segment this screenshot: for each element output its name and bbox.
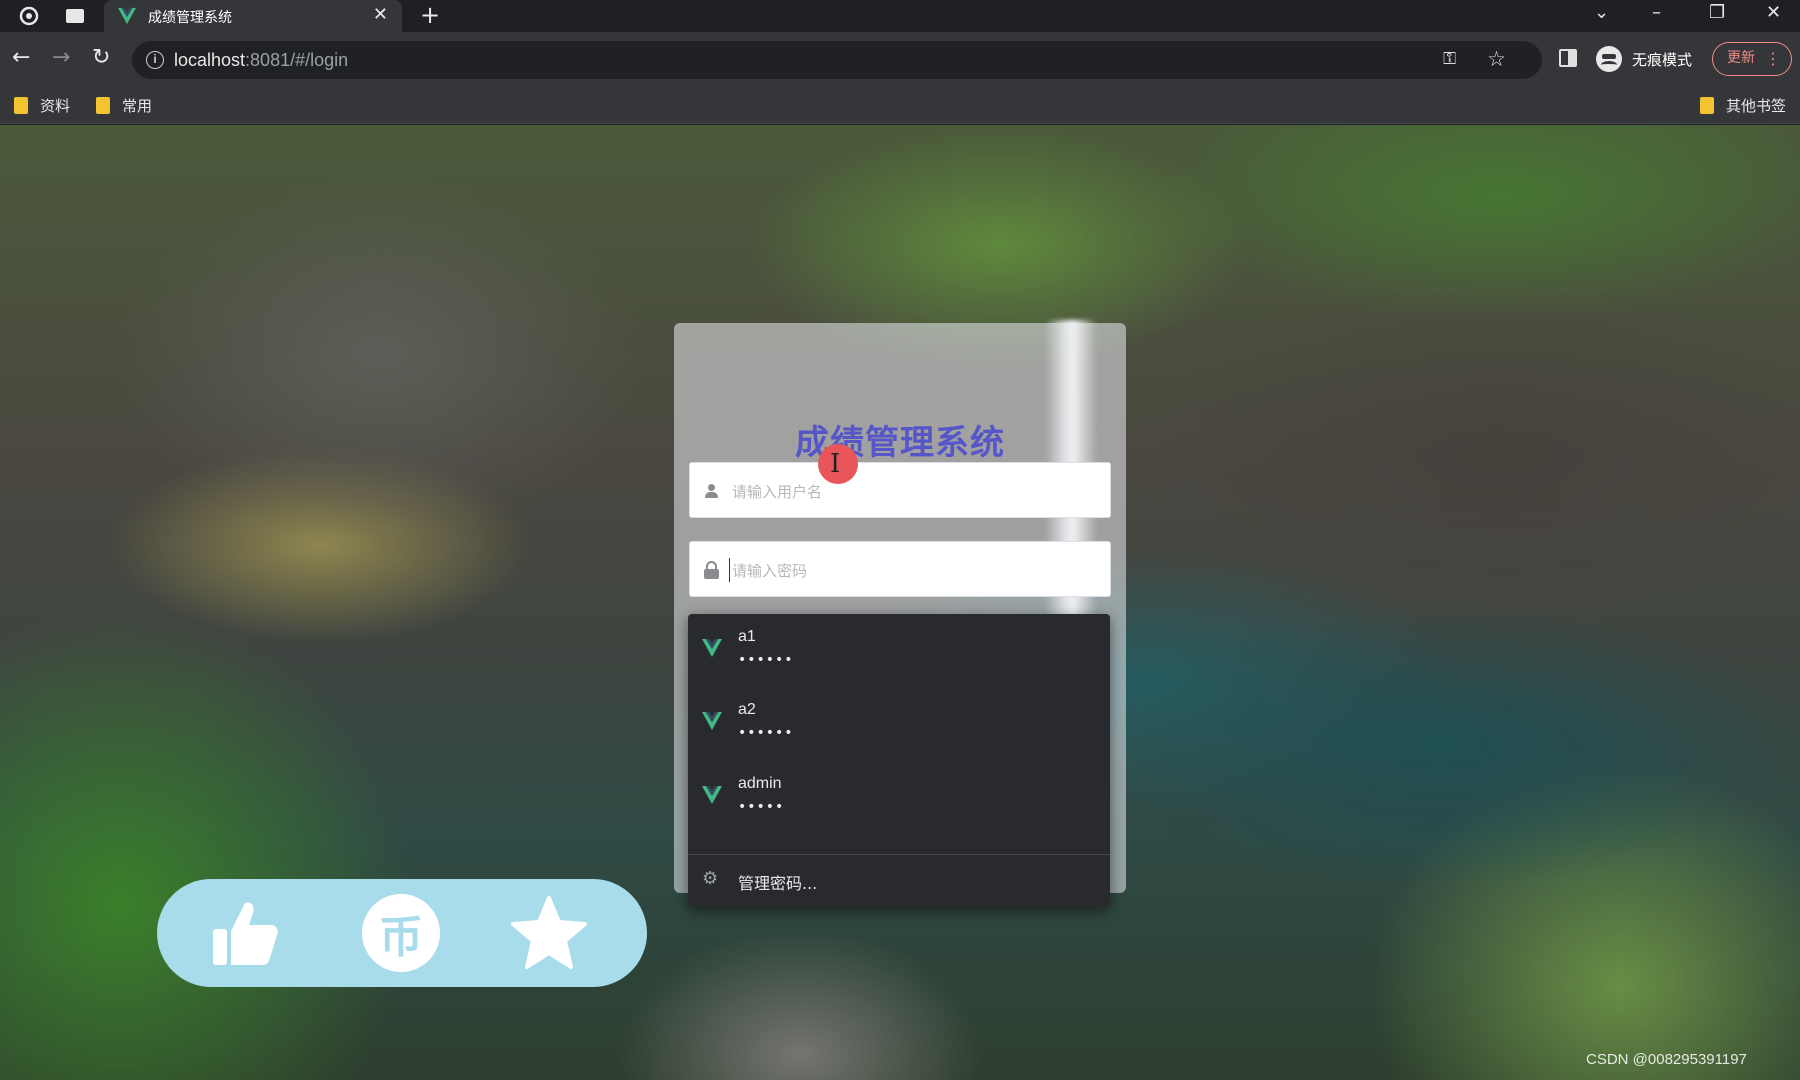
password-autofill-dropdown: a1 •••••• a2 •••••• admin ••••• ⚙ 管理密码..…: [688, 614, 1110, 907]
more-menu-icon: ⋮: [1765, 49, 1781, 68]
vue-logo-icon: [702, 639, 722, 657]
like-coin-favorite-bar: 币: [157, 879, 647, 987]
favorite-button[interactable]: [509, 893, 589, 973]
bookmark-label: 常用: [122, 97, 153, 115]
bookmarks-bar: 资料 常用 其他书签: [0, 88, 1800, 124]
tab-search-icon[interactable]: [64, 5, 86, 27]
side-panel-icon[interactable]: [1559, 49, 1577, 67]
minimize-icon[interactable]: –: [1652, 2, 1661, 23]
manage-passwords-item[interactable]: ⚙ 管理密码...: [688, 855, 1110, 907]
text-cursor-icon: I: [830, 449, 841, 479]
like-button[interactable]: [205, 893, 285, 973]
vue-logo-icon: [118, 7, 136, 25]
autofill-item[interactable]: a2 ••••••: [688, 689, 1110, 759]
username-input[interactable]: [730, 480, 1090, 504]
reload-icon[interactable]: ↻: [92, 47, 110, 69]
autofill-item[interactable]: admin •••••: [688, 763, 1110, 833]
lock-icon: [702, 560, 722, 580]
coin-glyph: 币: [379, 912, 423, 963]
folder-icon: [1700, 97, 1714, 114]
username-field[interactable]: [689, 462, 1111, 518]
user-icon: [702, 481, 722, 501]
vue-logo-icon: [702, 712, 722, 730]
tab-title: 成绩管理系统: [148, 9, 232, 25]
gear-icon: ⚙: [702, 868, 719, 889]
restore-icon[interactable]: ❐: [1709, 2, 1725, 23]
password-key-icon[interactable]: ⚿: [1443, 49, 1456, 69]
page-background: 成绩管理系统 a1 ••: [0, 125, 1800, 1080]
vue-logo-icon: [702, 786, 722, 804]
url-path: :8081/#/login: [245, 50, 349, 70]
thumbs-up-icon: [213, 902, 278, 965]
incognito-icon[interactable]: [1596, 46, 1622, 72]
folder-icon: [14, 97, 28, 114]
autofill-password-mask: ••••••: [738, 725, 794, 741]
update-label: 更新: [1727, 50, 1755, 66]
forward-arrow-icon[interactable]: →: [52, 47, 70, 69]
close-window-icon[interactable]: ✕: [1766, 2, 1781, 23]
url-host: localhost: [174, 50, 246, 70]
tab-close-icon[interactable]: ✕: [373, 4, 388, 25]
autofill-password-mask: •••••: [738, 799, 785, 815]
incognito-label[interactable]: 无痕模式: [1632, 49, 1692, 70]
bookmark-folder-ziliao[interactable]: 资料: [14, 95, 70, 116]
autofill-username: a1: [738, 628, 756, 645]
new-tab-button[interactable]: +: [420, 1, 440, 29]
autofill-item[interactable]: a1 ••••••: [688, 616, 1110, 686]
bookmark-folder-changyong[interactable]: 常用: [96, 95, 152, 116]
browser-tab-bar: 成绩管理系统 ✕ + ⌄ – ❐ ✕: [0, 0, 1800, 32]
bookmark-label: 其他书签: [1726, 97, 1787, 115]
manage-passwords-label: 管理密码...: [738, 874, 818, 893]
folder-icon: [96, 97, 110, 114]
bookmark-label: 资料: [40, 97, 71, 115]
autofill-username: a2: [738, 701, 756, 718]
browser-menu-icon[interactable]: [18, 5, 40, 27]
site-info-icon[interactable]: i: [146, 51, 164, 69]
tab-active[interactable]: 成绩管理系统 ✕: [104, 0, 402, 32]
password-field[interactable]: [689, 541, 1111, 597]
bookmark-star-icon[interactable]: ☆: [1487, 47, 1506, 71]
watermark: CSDN @008295391197: [1586, 1051, 1747, 1068]
autofill-username: admin: [738, 775, 782, 792]
autofill-password-mask: ••••••: [738, 652, 794, 668]
browser-toolbar: ← → ↻ i localhost:8081/#/login ⚿ ☆ 无痕模式 …: [0, 32, 1800, 88]
back-arrow-icon[interactable]: ←: [12, 47, 30, 69]
star-icon: [511, 896, 587, 969]
update-button[interactable]: 更新 ⋮: [1712, 42, 1792, 76]
tab-list-chevron-icon[interactable]: ⌄: [1594, 2, 1609, 23]
password-input[interactable]: [730, 559, 1090, 583]
url-text[interactable]: localhost:8081/#/login: [174, 50, 348, 71]
coin-icon: 币: [362, 894, 440, 972]
coin-button[interactable]: 币: [361, 893, 441, 973]
address-bar[interactable]: i localhost:8081/#/login ⚿ ☆: [132, 41, 1542, 79]
login-title: 成绩管理系统: [795, 423, 1005, 463]
bookmark-folder-other[interactable]: 其他书签: [1700, 95, 1786, 116]
